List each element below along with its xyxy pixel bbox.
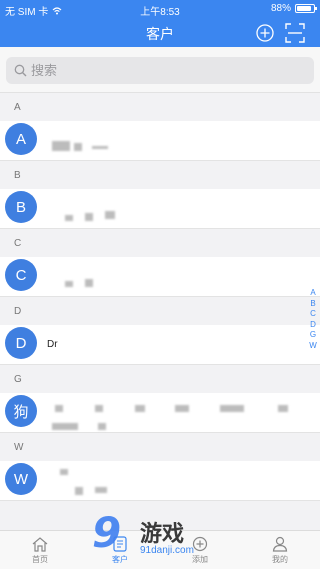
scan-button[interactable] — [285, 23, 305, 43]
customer-row[interactable]: W — [0, 461, 320, 501]
add-customer-button[interactable] — [256, 24, 274, 42]
search-input[interactable] — [31, 63, 291, 78]
tab-home[interactable]: 首页 — [0, 531, 80, 569]
battery-status: 88% — [270, 3, 317, 14]
watermark-url: 91danji.com — [140, 545, 194, 556]
avatar: B — [5, 191, 37, 223]
redacted-name — [95, 487, 107, 493]
avatar: W — [5, 463, 37, 495]
redacted-name — [75, 487, 83, 495]
watermark-text: 游戏 — [140, 521, 185, 546]
app-header: 无 SIM 卡 上午8:53 88% 客户 — [0, 0, 320, 47]
redacted-name — [52, 423, 78, 430]
redacted-name — [278, 405, 288, 412]
alphabet-index[interactable]: A B C D G W — [308, 288, 318, 351]
avatar: D — [5, 327, 37, 359]
battery-percent: 88% — [270, 3, 291, 14]
redacted-name — [85, 279, 93, 287]
section-header-a: A — [0, 93, 320, 121]
customer-row[interactable]: B — [0, 189, 320, 229]
avatar: C — [5, 259, 37, 291]
index-letter[interactable]: A — [310, 288, 315, 299]
watermark: 9 游戏 91danji.com — [92, 508, 232, 564]
section-header-g: G — [0, 365, 320, 393]
avatar: 狗 — [5, 395, 37, 427]
status-bar: 无 SIM 卡 上午8:53 88% — [0, 0, 320, 18]
redacted-name — [85, 213, 93, 221]
section-header-d: D — [0, 297, 320, 325]
customer-list: A A B B C C D D Dr G 狗 W W — [0, 93, 320, 501]
redacted-name — [92, 146, 108, 149]
index-letter[interactable]: D — [310, 320, 316, 331]
redacted-name — [175, 405, 189, 412]
redacted-name — [105, 211, 115, 219]
watermark-logo: 9 — [92, 508, 122, 557]
index-letter[interactable]: G — [310, 330, 316, 341]
redacted-name — [98, 423, 106, 430]
tab-profile[interactable]: 我的 — [240, 531, 320, 569]
search-field[interactable] — [6, 57, 314, 84]
tab-label: 我的 — [272, 554, 288, 564]
section-header-b: B — [0, 161, 320, 189]
redacted-name — [65, 215, 73, 221]
search-bar — [0, 47, 320, 93]
customer-row[interactable]: C — [0, 257, 320, 297]
battery-icon — [295, 4, 317, 13]
avatar: A — [5, 123, 37, 155]
profile-icon — [272, 536, 288, 552]
search-icon — [14, 64, 27, 77]
redacted-name — [95, 405, 103, 412]
home-icon — [32, 536, 48, 552]
index-letter[interactable]: W — [309, 341, 317, 352]
index-letter[interactable]: B — [310, 299, 315, 310]
redacted-name — [60, 469, 68, 475]
section-header-c: C — [0, 229, 320, 257]
redacted-name — [135, 405, 145, 412]
customer-row[interactable]: 狗 — [0, 393, 320, 433]
redacted-name — [65, 281, 73, 287]
redacted-name — [74, 143, 82, 151]
customer-name: Dr — [47, 339, 58, 350]
redacted-name — [220, 405, 244, 412]
redacted-name — [55, 405, 63, 412]
redacted-name — [52, 141, 70, 151]
customer-row[interactable]: A — [0, 121, 320, 161]
customer-row[interactable]: D Dr — [0, 325, 320, 365]
index-letter[interactable]: C — [310, 309, 316, 320]
section-header-w: W — [0, 433, 320, 461]
tab-label: 首页 — [32, 554, 48, 564]
